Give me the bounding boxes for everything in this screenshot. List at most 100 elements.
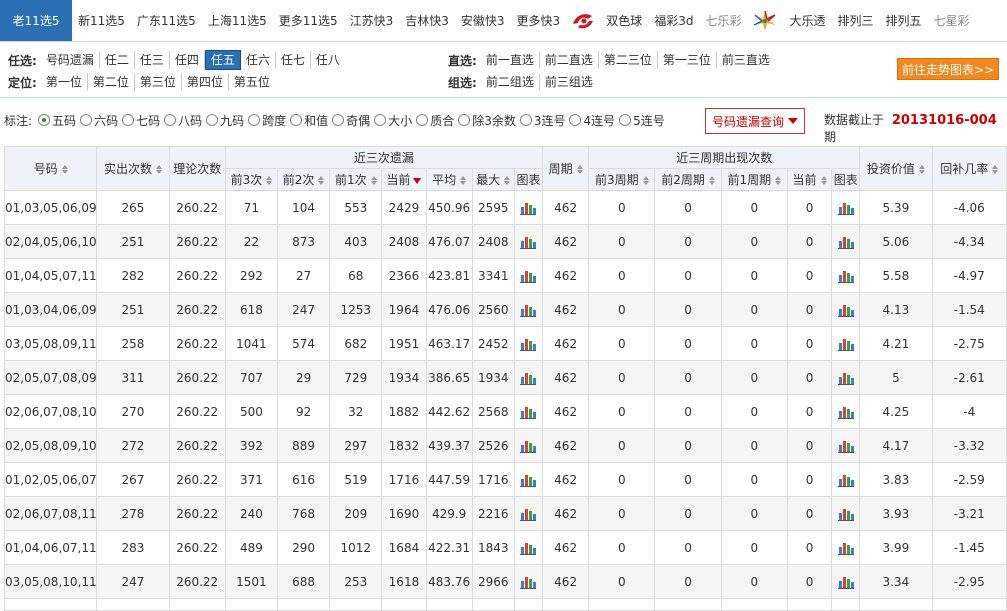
nav-item-8[interactable]: 更多快3 [511, 0, 567, 41]
nav-sports-item-0[interactable]: 大乐透 [783, 0, 831, 41]
bar-chart-icon[interactable] [520, 235, 537, 249]
renxuan-option-5[interactable]: 任六 [241, 51, 276, 69]
marker-radio-0[interactable]: 五码 [38, 112, 76, 129]
nav-item-2[interactable]: 广东11选5 [131, 0, 202, 41]
radio-button-icon [569, 114, 582, 126]
bar-chart-icon[interactable] [520, 201, 537, 215]
nav-item-1[interactable]: 新11选5 [72, 0, 131, 41]
nav-sports-item-2[interactable]: 排列五 [880, 0, 928, 41]
col-c3[interactable]: 前3周期 [588, 168, 656, 191]
dingwei-option-3[interactable]: 第四位 [182, 73, 229, 91]
bar-chart-icon[interactable] [520, 541, 537, 555]
bar-chart-icon[interactable] [520, 439, 537, 453]
marker-radio-4[interactable]: 九码 [206, 112, 244, 129]
bar-chart-icon[interactable] [520, 575, 537, 589]
zhixuan-option-2[interactable]: 第二三位 [599, 51, 658, 69]
renxuan-option-3[interactable]: 任四 [170, 51, 205, 69]
bar-chart-icon[interactable] [520, 405, 537, 419]
bar-chart-icon[interactable] [520, 507, 537, 521]
bar-chart-icon[interactable] [520, 371, 537, 385]
nav-welfare-item-0[interactable]: 双色球 [600, 0, 648, 41]
marker-radio-label: 质合 [430, 113, 455, 128]
renxuan-option-1[interactable]: 任二 [100, 51, 135, 69]
col-period[interactable]: 周期 [542, 146, 590, 191]
col-prev1[interactable]: 前1次 [329, 168, 383, 191]
marker-radio-1[interactable]: 六码 [80, 112, 118, 129]
marker-radio-10[interactable]: 除3余数 [458, 112, 516, 129]
bar-chart-icon[interactable] [837, 439, 854, 453]
renxuan-option-7[interactable]: 任八 [311, 51, 345, 69]
marker-radio-9[interactable]: 质合 [416, 112, 454, 129]
sort-icon [918, 165, 925, 174]
zhixuan-option-3[interactable]: 第一三位 [658, 51, 717, 69]
bar-chart-icon[interactable] [520, 473, 537, 487]
marker-radio-2[interactable]: 七码 [122, 112, 160, 129]
col-current[interactable]: 当前 [381, 168, 427, 191]
zuxuan-option-1[interactable]: 前三组选 [540, 73, 598, 91]
nav-welfare-item-1[interactable]: 福彩3d [648, 0, 699, 41]
bar-chart-icon[interactable] [837, 405, 854, 419]
cell-prev2: 247 [276, 292, 331, 327]
col-max[interactable]: 最大 [471, 168, 515, 191]
col-ccur[interactable]: 当前 [786, 168, 833, 191]
zhixuan-option-4[interactable]: 前三直选 [717, 51, 775, 69]
bar-chart-icon[interactable] [520, 303, 537, 317]
col-c2[interactable]: 前2周期 [654, 168, 722, 191]
dingwei-option-0[interactable]: 第一位 [41, 73, 88, 91]
cell-payback: -2.95 [931, 564, 1007, 599]
col-c1[interactable]: 前1周期 [720, 168, 788, 191]
bar-chart-icon[interactable] [520, 269, 537, 283]
bar-chart-icon[interactable] [837, 541, 854, 555]
marker-radio-11[interactable]: 3连号 [519, 112, 565, 129]
col-actual[interactable]: 实出次数 [96, 146, 170, 191]
col-prev3[interactable]: 前3次 [224, 168, 279, 191]
bar-chart-icon[interactable] [837, 201, 854, 215]
bar-chart-icon[interactable] [837, 507, 854, 521]
marker-radio-8[interactable]: 大小 [374, 112, 412, 129]
zhixuan-option-0[interactable]: 前一直选 [481, 51, 540, 69]
zuxuan-option-0[interactable]: 前二组选 [481, 73, 540, 91]
bar-chart-icon[interactable] [837, 269, 854, 283]
col-invest[interactable]: 投资价值 [859, 146, 933, 191]
col-avg[interactable]: 平均 [425, 168, 473, 191]
marker-radio-6[interactable]: 和值 [290, 112, 328, 129]
marker-radio-13[interactable]: 5连号 [619, 112, 665, 129]
cell-period: 462 [542, 496, 590, 531]
col-payback[interactable]: 回补几率 [931, 146, 1007, 191]
bar-chart-icon[interactable] [837, 337, 854, 351]
marker-radio-label: 4连号 [583, 113, 616, 128]
renxuan-option-0[interactable]: 号码遗漏 [41, 51, 100, 69]
dingwei-option-1[interactable]: 第二位 [88, 73, 135, 91]
bar-chart-icon[interactable] [520, 337, 537, 351]
cell-max: 2595 [471, 190, 515, 225]
renxuan-option-6[interactable]: 任七 [276, 51, 311, 69]
nav-sports-item-3[interactable]: 七星彩 [928, 0, 976, 41]
zhixuan-option-1[interactable]: 前二直选 [540, 51, 599, 69]
trend-chart-button[interactable]: 前往走势图表>> [897, 58, 999, 80]
renxuan-option-2[interactable]: 任三 [135, 51, 170, 69]
nav-item-4[interactable]: 更多11选5 [273, 0, 344, 41]
col-code[interactable]: 号码 [3, 146, 98, 191]
nav-item-0[interactable]: 老11选5 [0, 0, 72, 41]
marker-radio-7[interactable]: 奇偶 [332, 112, 370, 129]
bar-chart-icon[interactable] [837, 303, 854, 317]
bar-chart-icon[interactable] [837, 575, 854, 589]
nav-item-3[interactable]: 上海11选5 [202, 0, 273, 41]
dingwei-option-4[interactable]: 第五位 [229, 73, 275, 91]
renxuan-option-4[interactable]: 任五 [204, 50, 241, 70]
bar-chart-icon[interactable] [837, 473, 854, 487]
nav-sports-item-1[interactable]: 排列三 [832, 0, 880, 41]
col-prev2[interactable]: 前2次 [276, 168, 331, 191]
nav-item-5[interactable]: 江苏快3 [344, 0, 400, 41]
nav-item-6[interactable]: 吉林快3 [399, 0, 455, 41]
nav-item-7[interactable]: 安徽快3 [455, 0, 511, 41]
query-type-select[interactable]: 号码遗漏查询 [705, 108, 805, 134]
dingwei-option-2[interactable]: 第三位 [135, 73, 182, 91]
marker-radio-5[interactable]: 跨度 [248, 112, 286, 129]
bar-chart-icon[interactable] [837, 371, 854, 385]
bar-chart-icon[interactable] [837, 235, 854, 249]
nav-welfare-item-2[interactable]: 七乐彩 [699, 0, 747, 41]
marker-radio-3[interactable]: 八码 [164, 112, 202, 129]
table-row: 02,05,08,09,10 272 260.22 392 889 297 1832 439.… [3, 428, 1007, 463]
marker-radio-12[interactable]: 4连号 [569, 112, 615, 129]
